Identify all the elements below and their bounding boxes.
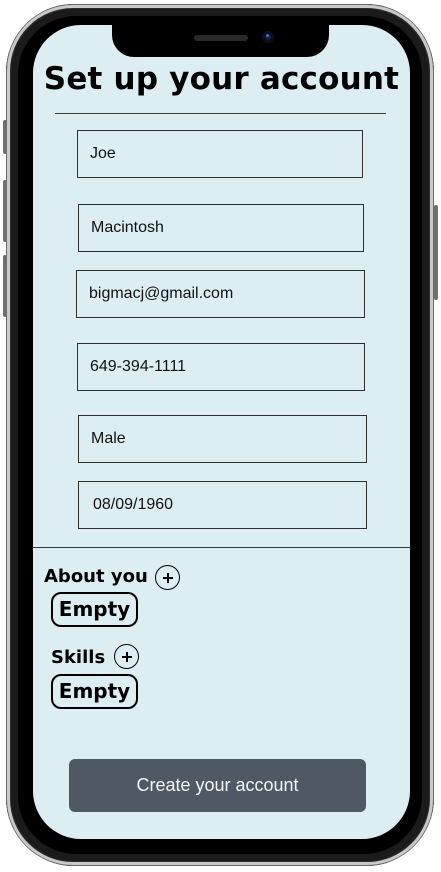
birthdate-field[interactable]: 08/09/1960 xyxy=(78,481,367,529)
phone-value: 649-394-1111 xyxy=(90,358,187,375)
email-value: bigmacj@gmail.com xyxy=(89,285,234,302)
about-label: About you xyxy=(44,566,148,587)
speaker-grille xyxy=(194,35,248,41)
title-divider xyxy=(55,113,386,114)
front-camera-icon xyxy=(262,31,274,43)
create-account-button[interactable]: Create your account xyxy=(69,759,366,812)
add-about-button[interactable] xyxy=(155,565,180,590)
about-empty-chip[interactable]: Empty xyxy=(51,592,138,627)
screen: Set up your account Joe Macintosh bigmac… xyxy=(33,25,410,839)
gender-field[interactable]: Male xyxy=(78,415,367,463)
volume-up-button xyxy=(3,120,7,154)
page-title: Set up your account xyxy=(43,61,400,97)
skills-empty-chip[interactable]: Empty xyxy=(51,674,138,709)
birthdate-value: 08/09/1960 xyxy=(93,496,174,513)
first-name-field[interactable]: Joe xyxy=(77,130,363,178)
power-button xyxy=(434,205,438,300)
section-divider xyxy=(33,547,410,548)
add-skills-button[interactable] xyxy=(114,644,139,669)
gender-value: Male xyxy=(91,430,126,447)
mute-switch xyxy=(3,255,7,317)
notch xyxy=(112,25,329,57)
email-field[interactable]: bigmacj@gmail.com xyxy=(76,270,365,318)
volume-down-button xyxy=(3,180,7,242)
last-name-field[interactable]: Macintosh xyxy=(78,204,364,252)
skills-label: Skills xyxy=(51,647,106,668)
phone-field[interactable]: 649-394-1111 xyxy=(77,343,365,391)
last-name-value: Macintosh xyxy=(91,219,164,236)
first-name-value: Joe xyxy=(90,145,116,162)
